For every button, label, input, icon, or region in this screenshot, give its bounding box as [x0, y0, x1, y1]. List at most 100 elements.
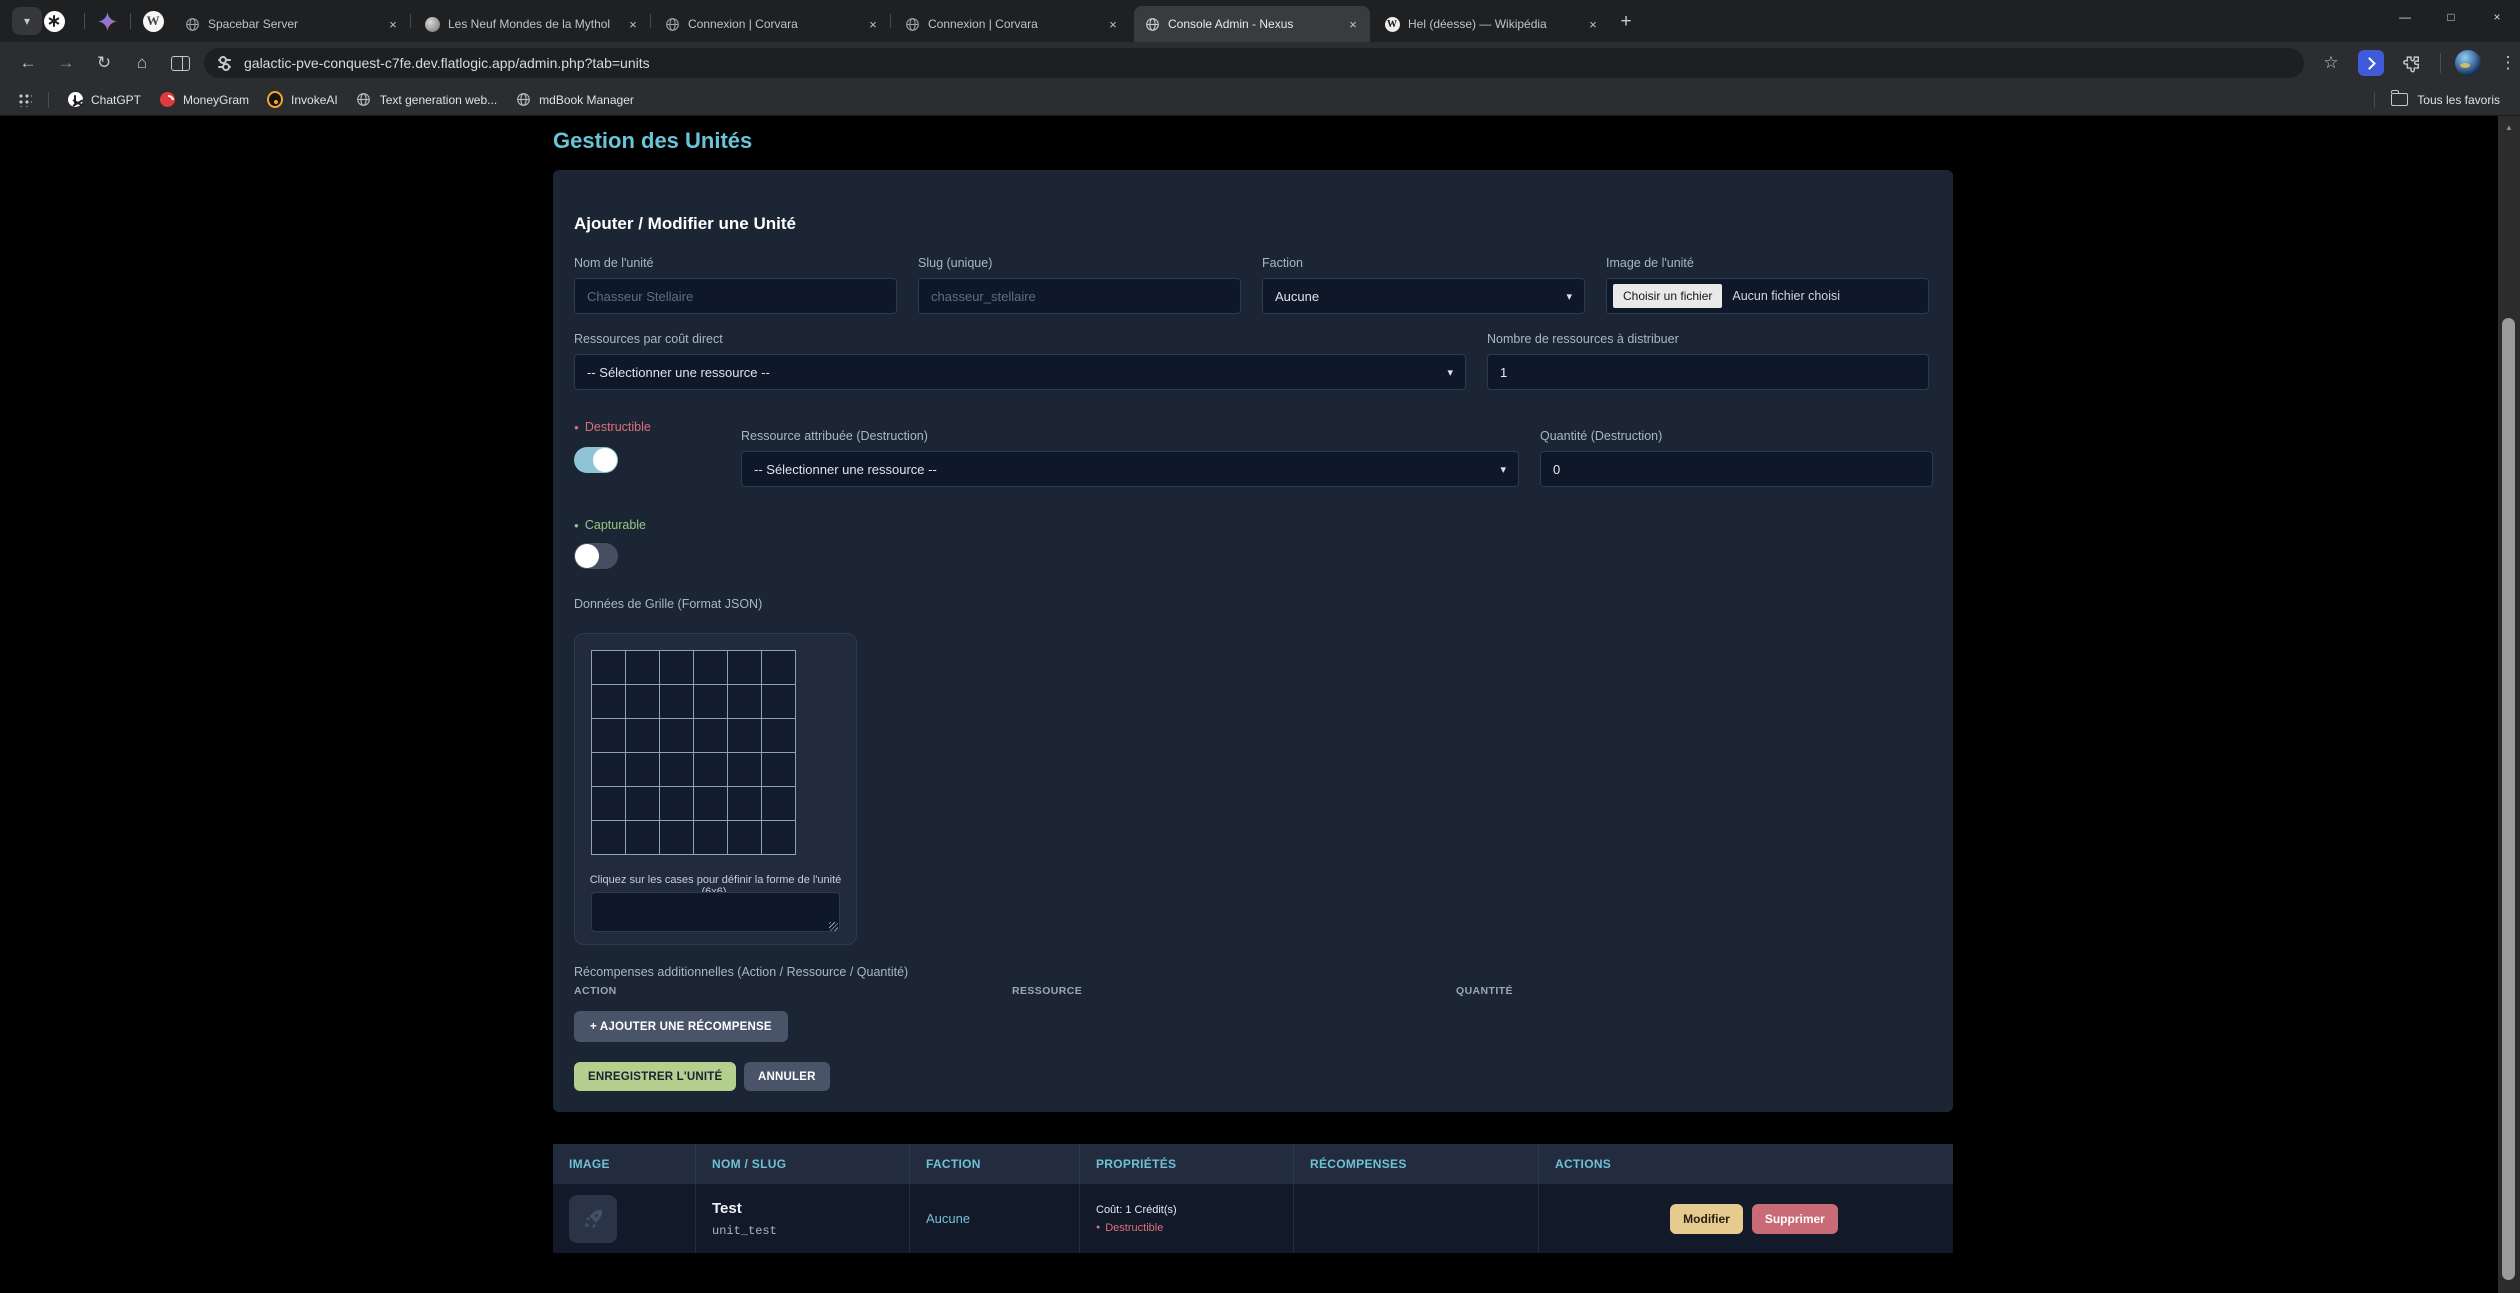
tab-hel-wikipedia[interactable]: W Hel (déesse) — Wikipédia × — [1374, 6, 1610, 42]
apps-grid-icon[interactable] — [18, 93, 32, 107]
new-tab-button[interactable]: + — [1612, 8, 1640, 36]
slug-input[interactable] — [918, 278, 1241, 314]
grid-cell[interactable] — [762, 753, 795, 786]
add-reward-button[interactable]: + AJOUTER UNE RÉCOMPENSE — [574, 1011, 788, 1042]
scroll-up-icon[interactable]: ▲ — [2498, 119, 2520, 135]
destruction-resource-select[interactable]: -- Sélectionner une ressource -- ▾ — [741, 451, 1519, 487]
site-settings-icon[interactable] — [218, 55, 233, 71]
grid-cell[interactable] — [728, 821, 761, 854]
edit-button[interactable]: Modifier — [1670, 1204, 1743, 1234]
tab-connexion-corvara-1[interactable]: Connexion | Corvara × — [654, 6, 890, 42]
grid-cell[interactable] — [660, 787, 693, 820]
grid-cell[interactable] — [694, 651, 727, 684]
grid-cell[interactable] — [660, 651, 693, 684]
distribute-count-input[interactable] — [1487, 354, 1929, 390]
extension-icon[interactable] — [2358, 50, 2384, 76]
cancel-button[interactable]: ANNULER — [744, 1062, 830, 1091]
grid-cell[interactable] — [694, 821, 727, 854]
minimize-button[interactable]: — — [2382, 0, 2428, 34]
tab-connexion-corvara-2[interactable]: Connexion | Corvara × — [894, 6, 1130, 42]
forward-icon[interactable]: → — [50, 47, 82, 79]
faction-select[interactable]: Aucune ▾ — [1262, 278, 1585, 314]
grid-cell[interactable] — [728, 651, 761, 684]
grid-cell[interactable] — [694, 719, 727, 752]
bookmark-moneygram[interactable]: MoneyGram — [159, 92, 249, 108]
grid-cell[interactable] — [694, 685, 727, 718]
destruction-qty-input[interactable] — [1540, 451, 1933, 487]
grid-cell[interactable] — [626, 651, 659, 684]
grid-cell[interactable] — [762, 821, 795, 854]
tab-search-button[interactable]: ▾ — [12, 7, 42, 35]
bookmark-star-icon[interactable]: ☆ — [2316, 48, 2346, 78]
grid-cell[interactable] — [592, 821, 625, 854]
url-text[interactable]: galactic-pve-conquest-c7fe.dev.flatlogic… — [244, 55, 650, 71]
grid-cell[interactable] — [694, 753, 727, 786]
grid-cell[interactable] — [626, 753, 659, 786]
resize-handle-icon[interactable] — [829, 922, 838, 931]
bookmark-label: Text generation web... — [380, 93, 497, 107]
extensions-puzzle-icon[interactable] — [2396, 48, 2426, 78]
bookmark-text-generation[interactable]: Text generation web... — [356, 92, 497, 108]
bookmark-invokeai[interactable]: InvokeAI — [267, 92, 338, 108]
grid-cell[interactable] — [660, 685, 693, 718]
bookmark-mdbook-manager[interactable]: mdBook Manager — [515, 92, 634, 108]
grid-cell[interactable] — [762, 651, 795, 684]
close-icon[interactable]: × — [384, 15, 402, 33]
grid-cell[interactable] — [762, 685, 795, 718]
scrollbar[interactable]: ▲ — [2498, 116, 2520, 1293]
grid-cell[interactable] — [592, 787, 625, 820]
grid-cell[interactable] — [592, 685, 625, 718]
pinned-tab-gemini[interactable] — [96, 10, 118, 32]
close-icon[interactable]: × — [1584, 15, 1602, 33]
close-icon[interactable]: × — [864, 15, 882, 33]
tab-les-neuf-mondes[interactable]: Les Neuf Mondes de la Mythol × — [414, 6, 650, 42]
reload-icon[interactable]: ↻ — [88, 47, 120, 79]
grid-cell[interactable] — [728, 753, 761, 786]
grid-cell[interactable] — [660, 753, 693, 786]
grid-cell[interactable] — [626, 787, 659, 820]
grid-cell[interactable] — [694, 787, 727, 820]
bookmark-chatgpt[interactable]: ChatGPT — [67, 92, 141, 108]
side-panel-icon[interactable] — [164, 47, 196, 79]
grid-cell[interactable] — [762, 787, 795, 820]
grid-json-textarea[interactable] — [591, 892, 840, 932]
back-icon[interactable]: ← — [12, 47, 44, 79]
pinned-tab-wordpress[interactable]: W — [142, 10, 164, 32]
destructible-toggle[interactable] — [574, 447, 618, 473]
grid-cell[interactable] — [660, 719, 693, 752]
grid-cell[interactable] — [626, 685, 659, 718]
pinned-tab-chatgpt[interactable] — [43, 10, 65, 32]
grid-cell[interactable] — [626, 719, 659, 752]
tab-console-admin-nexus[interactable]: Console Admin - Nexus × — [1134, 6, 1370, 42]
grid-cell[interactable] — [626, 821, 659, 854]
choose-file-button[interactable]: Choisir un fichier — [1613, 284, 1722, 308]
bookmark-label: ChatGPT — [91, 93, 141, 107]
grid-cell[interactable] — [592, 719, 625, 752]
cost-resource-select[interactable]: -- Sélectionner une ressource -- ▾ — [574, 354, 1466, 390]
grid-cell[interactable] — [592, 753, 625, 786]
home-icon[interactable]: ⌂ — [126, 47, 158, 79]
url-bar[interactable]: galactic-pve-conquest-c7fe.dev.flatlogic… — [204, 48, 2304, 78]
save-unit-button[interactable]: ENREGISTRER L'UNITÉ — [574, 1062, 736, 1091]
maximize-button[interactable]: □ — [2428, 0, 2474, 34]
grid-cell[interactable] — [660, 821, 693, 854]
unit-image-file-input[interactable]: Choisir un fichier Aucun fichier choisi — [1606, 278, 1929, 314]
all-bookmarks-button[interactable]: Tous les favoris — [2374, 92, 2500, 108]
grid-cell[interactable] — [728, 719, 761, 752]
grid-cell[interactable] — [728, 685, 761, 718]
close-icon[interactable]: × — [1104, 15, 1122, 33]
close-icon[interactable]: × — [1344, 15, 1362, 33]
profile-avatar[interactable] — [2455, 50, 2481, 76]
capturable-toggle[interactable] — [574, 543, 618, 569]
overflow-menu-icon[interactable]: ⋮ — [2493, 48, 2520, 78]
scrollbar-thumb[interactable] — [2502, 318, 2515, 1280]
close-icon[interactable]: × — [624, 15, 642, 33]
unit-name-input[interactable] — [574, 278, 897, 314]
grid-cell[interactable] — [762, 719, 795, 752]
grid-cell[interactable] — [592, 651, 625, 684]
tab-spacebar-server[interactable]: Spacebar Server × — [174, 6, 410, 42]
window-close-button[interactable]: × — [2474, 0, 2520, 34]
rewards-header-action: ACTION — [574, 985, 617, 997]
delete-button[interactable]: Supprimer — [1752, 1204, 1838, 1234]
grid-cell[interactable] — [728, 787, 761, 820]
